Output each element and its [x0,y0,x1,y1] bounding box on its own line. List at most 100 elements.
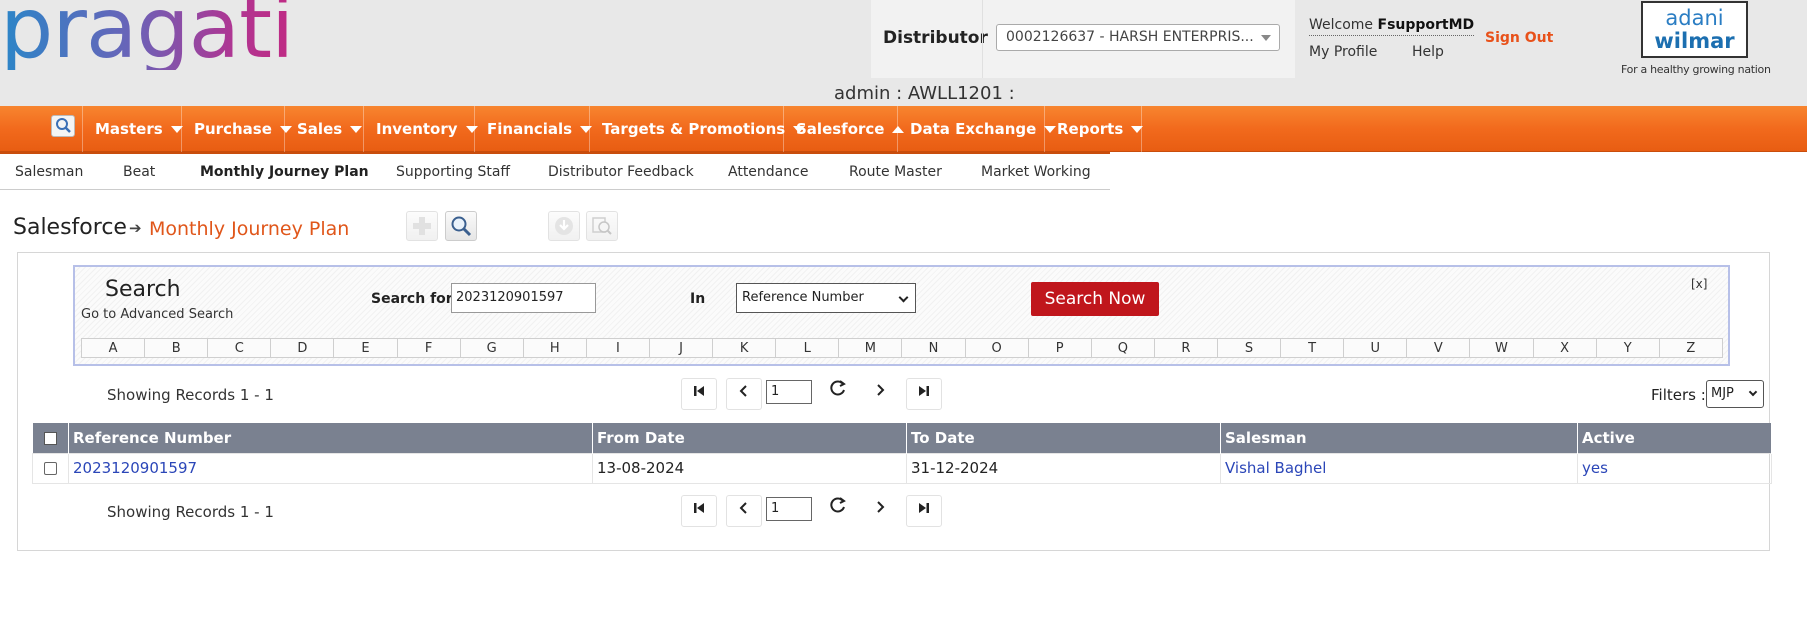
from-date-cell: 13-08-2024 [592,452,907,484]
submenu-attendance[interactable]: Attendance [728,164,808,180]
letter-filter[interactable]: W [1470,339,1534,357]
menu-reports[interactable]: Reports [1044,106,1144,152]
menu-targets-promotions[interactable]: Targets & Promotions [589,106,806,152]
letter-filter[interactable]: C [208,339,272,357]
submenu-market-working[interactable]: Market Working [981,164,1091,180]
my-profile-link[interactable]: My Profile [1309,44,1377,60]
menu-label: Sales [297,120,343,138]
active-status-link[interactable]: yes [1577,452,1772,484]
menu-financials[interactable]: Financials [474,106,593,152]
column-header[interactable]: Reference Number [68,423,593,453]
menu-data-exchange[interactable]: Data Exchange [897,106,1057,152]
last-page-button[interactable] [906,495,942,527]
help-link[interactable]: Help [1412,44,1444,60]
search-field-select[interactable]: Reference Number [736,283,916,313]
search-input[interactable]: 2023120901597 [451,283,596,313]
first-page-button[interactable] [681,495,717,527]
pragati-logo[interactable]: pragati [0,0,294,70]
select-all-header[interactable] [32,423,69,453]
letter-filter[interactable]: P [1029,339,1092,357]
submenu-supporting-staff[interactable]: Supporting Staff [396,164,510,180]
refresh-button[interactable] [820,495,856,527]
search-toggle-button[interactable] [445,211,477,241]
magnifier-icon [56,118,71,133]
letter-filter[interactable]: Y [1597,339,1660,357]
refresh-icon [830,380,846,396]
submenu-monthly-journey-plan[interactable]: Monthly Journey Plan [200,164,369,180]
letter-filter[interactable]: R [1155,339,1218,357]
submenu-salesman[interactable]: Salesman [15,164,83,180]
reference-number-link[interactable]: 2023120901597 [68,452,593,484]
last-page-button[interactable] [906,378,942,410]
submenu-route-master[interactable]: Route Master [849,164,942,180]
last-page-icon [919,503,929,513]
menu-salesforce[interactable]: Salesforce [783,106,905,152]
letter-filter[interactable]: J [650,339,714,357]
letter-filter[interactable]: O [966,339,1029,357]
select-all-checkbox[interactable] [43,431,57,445]
letter-filter[interactable]: U [1344,339,1408,357]
search-now-button[interactable]: Search Now [1031,282,1159,316]
menu-masters[interactable]: Masters [82,106,183,152]
refresh-icon [830,497,846,513]
last-page-icon [919,386,929,396]
welcome-text: Welcome FsupportMD [1309,17,1475,36]
letter-filter[interactable]: S [1218,339,1282,357]
submenu-distributor-feedback[interactable]: Distributor Feedback [548,164,694,180]
letter-filter[interactable]: T [1281,339,1345,357]
first-page-button[interactable] [681,378,717,410]
row-checkbox[interactable] [44,462,57,475]
filters-select[interactable]: MJP [1706,380,1764,408]
letter-filter[interactable]: D [271,339,335,357]
salesman-link[interactable]: Vishal Baghel [1220,452,1578,484]
page-number-input[interactable]: 1 [766,380,812,404]
letter-filter[interactable]: X [1534,339,1597,357]
menu-inventory[interactable]: Inventory [363,106,478,152]
chevron-right-icon [877,384,885,396]
letter-filter[interactable]: H [524,339,587,357]
letter-filter[interactable]: V [1407,339,1471,357]
letter-filter[interactable]: N [902,339,966,357]
advanced-search-link[interactable]: Go to Advanced Search [81,307,233,322]
letter-filter[interactable]: E [334,339,398,357]
caret-down-icon [1131,126,1144,133]
sign-out-link[interactable]: Sign Out [1485,30,1553,46]
caret-down-icon [350,126,363,133]
letter-filter[interactable]: Z [1660,339,1722,357]
download-button[interactable] [548,211,580,241]
letter-filter[interactable]: Q [1092,339,1155,357]
menu-sales[interactable]: Sales [284,106,363,152]
zoom-view-button[interactable] [586,211,618,241]
chevron-left-icon [739,385,747,397]
submenu-beat[interactable]: Beat [123,164,155,180]
letter-filter[interactable]: M [839,339,903,357]
add-button[interactable] [406,211,438,241]
next-page-button[interactable] [862,495,898,527]
letter-filter[interactable]: K [713,339,777,357]
column-header[interactable]: From Date [592,423,907,453]
search-icon [451,216,472,237]
letter-filter[interactable]: F [398,339,461,357]
letter-filter[interactable]: I [587,339,650,357]
column-header[interactable]: Salesman [1220,423,1578,453]
brand-tagline: For a healthy growing nation [1621,63,1771,76]
menu-search-icon[interactable] [51,115,75,137]
letter-filter[interactable]: A [82,339,146,357]
menu-label: Reports [1057,120,1124,138]
next-page-button[interactable] [862,378,898,410]
column-header[interactable]: Active [1577,423,1772,453]
salesforce-submenu: Salesman Beat Monthly Journey Plan Suppo… [0,152,1110,190]
prev-page-button[interactable] [726,495,762,527]
menu-purchase[interactable]: Purchase [181,106,292,152]
page-number-input[interactable]: 1 [766,497,812,521]
breadcrumb-section[interactable]: Salesforce [13,215,127,240]
admin-info: admin : AWLL1201 : [834,83,1015,104]
column-header[interactable]: To Date [906,423,1221,453]
prev-page-button[interactable] [726,378,762,410]
letter-filter[interactable]: B [145,339,209,357]
letter-filter[interactable]: G [461,339,524,357]
close-search-button[interactable]: [x] [1691,277,1707,291]
distributor-select[interactable]: 0002126637 - HARSH ENTERPRIS... [996,24,1280,51]
refresh-button[interactable] [820,378,856,410]
letter-filter[interactable]: L [776,339,840,357]
